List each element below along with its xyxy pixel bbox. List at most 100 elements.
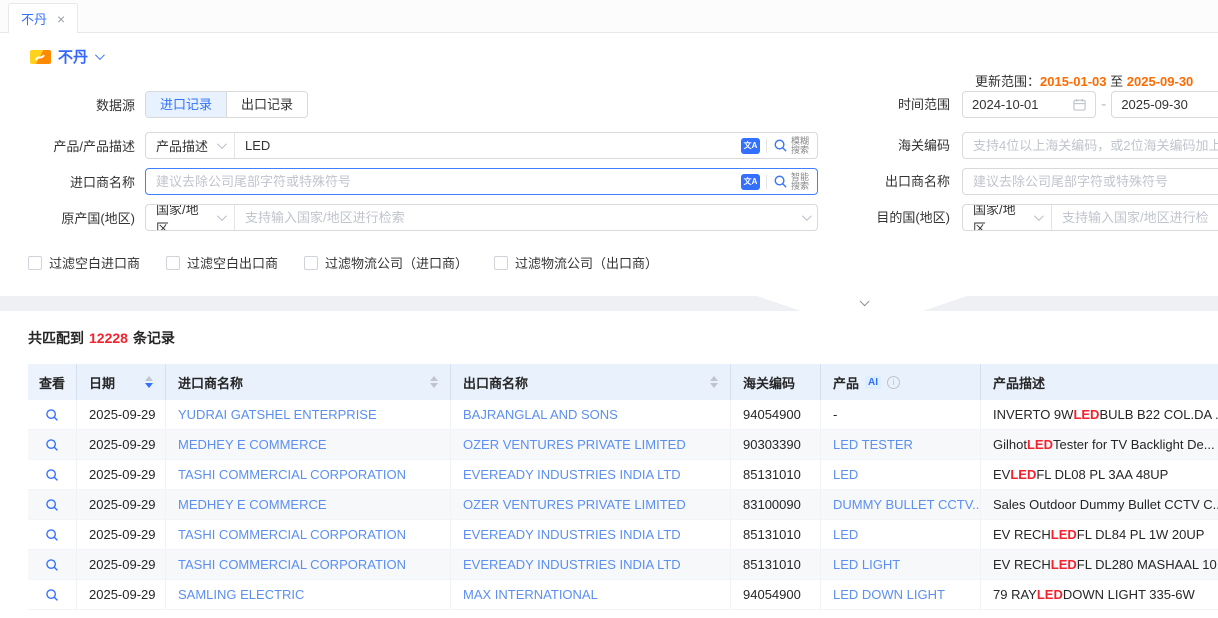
checkbox-icon[interactable]: [304, 256, 318, 270]
view-search-icon: [45, 408, 59, 422]
view-record-button[interactable]: [28, 430, 77, 459]
sort-exporter-icon[interactable]: [710, 376, 718, 388]
cell-exporter[interactable]: BAJRANGLAL AND SONS: [451, 400, 731, 429]
sort-date-icon[interactable]: [145, 376, 153, 388]
checkbox-filter-logistics-exporter[interactable]: 过滤物流公司（出口商）: [494, 253, 658, 272]
exporter-input[interactable]: [963, 169, 1218, 194]
cell-hs-code: 85131010: [731, 460, 821, 489]
results-count: 12228: [89, 330, 128, 346]
cell-hs-code: 83100090: [731, 490, 821, 519]
cell-exporter[interactable]: EVEREADY INDUSTRIES INDIA LTD: [451, 460, 731, 489]
hs-code-input[interactable]: [963, 133, 1218, 158]
cell-product[interactable]: LED TESTER: [821, 430, 981, 459]
summary-prefix: 共匹配到: [28, 330, 84, 346]
chevron-down-icon[interactable]: [95, 50, 105, 60]
view-record-button[interactable]: [28, 460, 77, 489]
destination-country-input[interactable]: [1052, 205, 1218, 230]
cell-date: 2025-09-29: [77, 490, 166, 519]
cell-hs-code: 94054900: [731, 400, 821, 429]
cell-product-desc: INVERTO 9W LED BULB B22 COL.DA ...: [981, 400, 1218, 429]
cell-exporter[interactable]: MAX INTERNATIONAL: [451, 580, 731, 609]
cell-product[interactable]: LED: [821, 520, 981, 549]
view-record-button[interactable]: [28, 550, 77, 579]
cell-hs-code: 85131010: [731, 520, 821, 549]
table-row: 2025-09-29 SAMLING ELECTRIC MAX INTERNAT…: [28, 580, 1218, 610]
cell-importer[interactable]: SAMLING ELECTRIC: [166, 580, 451, 609]
checkbox-label: 过滤空白出口商: [187, 253, 278, 272]
cell-date: 2025-09-29: [77, 460, 166, 489]
checkbox-label: 过滤空白进口商: [49, 253, 140, 272]
collapse-toggle[interactable]: [757, 296, 967, 311]
date-end-input[interactable]: 2025-09-30: [1111, 91, 1218, 118]
cell-exporter[interactable]: OZER VENTURES PRIVATE LIMITED: [451, 490, 731, 519]
header-view: 查看: [28, 364, 77, 400]
header-product-desc: 产品描述: [981, 364, 1218, 400]
checkbox-filter-blank-importer[interactable]: 过滤空白进口商: [28, 253, 140, 272]
checkbox-icon[interactable]: [494, 256, 508, 270]
view-search-icon: [45, 438, 59, 452]
cell-date: 2025-09-29: [77, 550, 166, 579]
results-table: 查看 日期 进口商名称 出口商名称 海关编码 产品 AI i: [28, 364, 1218, 610]
cell-product-desc: EV RECH LED FL DL280 MASHAAL 10...: [981, 550, 1218, 579]
cell-product[interactable]: LED LIGHT: [821, 550, 981, 579]
chevron-down-icon: [1034, 211, 1044, 221]
cell-importer[interactable]: MEDHEY E COMMERCE: [166, 490, 451, 519]
update-range-from: 2015-01-03: [1040, 74, 1107, 89]
cell-product-desc: Sales Outdoor Dummy Bullet CCTV C...: [981, 490, 1218, 519]
time-range-label: 时间范围: [836, 91, 950, 118]
cell-importer[interactable]: TASHI COMMERCIAL CORPORATION: [166, 550, 451, 579]
chevron-down-icon: [859, 296, 869, 306]
checkbox-filter-logistics-importer[interactable]: 过滤物流公司（进口商）: [304, 253, 468, 272]
sort-importer-icon[interactable]: [430, 376, 438, 388]
cell-importer[interactable]: TASHI COMMERCIAL CORPORATION: [166, 520, 451, 549]
header-importer[interactable]: 进口商名称: [166, 364, 451, 400]
view-record-button[interactable]: [28, 580, 77, 609]
cell-exporter[interactable]: EVEREADY INDUSTRIES INDIA LTD: [451, 520, 731, 549]
destination-type-value: 国家/地区: [973, 204, 1026, 231]
checkbox-icon[interactable]: [166, 256, 180, 270]
cell-hs-code: 85131010: [731, 550, 821, 579]
update-range-label: 更新范围：: [975, 74, 1040, 89]
cell-importer[interactable]: MEDHEY E COMMERCE: [166, 430, 451, 459]
info-icon[interactable]: i: [887, 376, 900, 389]
cell-product-desc: EV RECH LED FL DL84 PL 1W 20UP: [981, 520, 1218, 549]
date-start-input[interactable]: 2024-10-01: [962, 91, 1096, 118]
tab-title: 不丹: [21, 9, 47, 28]
cell-exporter[interactable]: EVEREADY INDUSTRIES INDIA LTD: [451, 550, 731, 579]
cell-exporter[interactable]: OZER VENTURES PRIVATE LIMITED: [451, 430, 731, 459]
header-exporter[interactable]: 出口商名称: [451, 364, 731, 400]
view-record-button[interactable]: [28, 490, 77, 519]
table-row: 2025-09-29 TASHI COMMERCIAL CORPORATION …: [28, 550, 1218, 580]
destination-label: 目的国(地区): [836, 204, 950, 231]
cell-importer[interactable]: YUDRAI GATSHEL ENTERPRISE: [166, 400, 451, 429]
table-header: 查看 日期 进口商名称 出口商名称 海关编码 产品 AI i: [28, 364, 1218, 400]
header-date[interactable]: 日期: [77, 364, 166, 400]
destination-type-select[interactable]: 国家/地区: [963, 205, 1052, 230]
checkbox-label: 过滤物流公司（进口商）: [325, 253, 468, 272]
calendar-icon: [1073, 98, 1086, 111]
destination-input-group: 国家/地区: [962, 204, 1218, 231]
view-record-button[interactable]: [28, 400, 77, 429]
view-record-button[interactable]: [28, 520, 77, 549]
cell-date: 2025-09-29: [77, 520, 166, 549]
country-title[interactable]: 不丹: [58, 46, 88, 67]
cell-date: 2025-09-29: [77, 580, 166, 609]
cell-importer[interactable]: TASHI COMMERCIAL CORPORATION: [166, 460, 451, 489]
cell-product[interactable]: DUMMY BULLET CCTV...: [821, 490, 981, 519]
tab-bhutan[interactable]: 不丹 ×: [8, 3, 78, 33]
bhutan-flag-icon: [30, 50, 51, 64]
results-panel: 共匹配到12228条记录 查看 日期 进口商名称 出口商名称 海关编码: [0, 311, 1218, 612]
cell-product[interactable]: -: [821, 400, 981, 429]
checkbox-filter-blank-exporter[interactable]: 过滤空白出口商: [166, 253, 278, 272]
cell-product-desc: 79 RAY LED DOWN LIGHT 335-6W: [981, 580, 1218, 609]
cell-product[interactable]: LED DOWN LIGHT: [821, 580, 981, 609]
update-range-to: 2025-09-30: [1127, 74, 1194, 89]
cell-hs-code: 94054900: [731, 580, 821, 609]
date-separator: -: [1101, 96, 1106, 114]
cell-product[interactable]: LED: [821, 460, 981, 489]
cell-date: 2025-09-29: [77, 400, 166, 429]
header-product: 产品 AI i: [821, 364, 981, 400]
checkbox-icon[interactable]: [28, 256, 42, 270]
cell-hs-code: 90303390: [731, 430, 821, 459]
tab-close-icon[interactable]: ×: [57, 12, 65, 26]
